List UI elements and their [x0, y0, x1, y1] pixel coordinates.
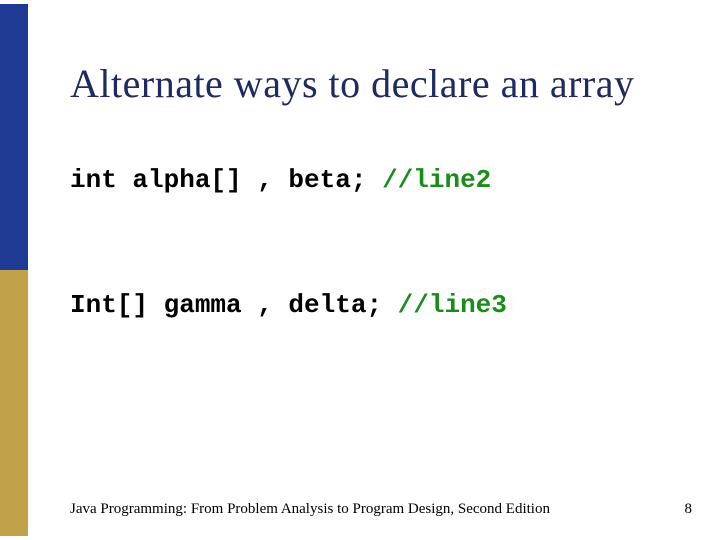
stripe-gold: [0, 270, 28, 536]
code-comment: //line3: [398, 290, 507, 320]
code-text: Int[] gamma , delta;: [70, 290, 398, 320]
code-line-3: Int[] gamma , delta; //line3: [70, 290, 507, 320]
slide-title: Alternate ways to declare an array: [70, 60, 634, 107]
page-number: 8: [685, 501, 693, 518]
code-comment: //line2: [382, 165, 491, 195]
code-line-2: int alpha[] , beta; //line2: [70, 165, 491, 195]
side-accent-stripe: [0, 4, 28, 536]
code-text: int alpha[] , beta;: [70, 165, 382, 195]
footer-text: Java Programming: From Problem Analysis …: [70, 501, 550, 518]
stripe-blue: [0, 4, 28, 270]
